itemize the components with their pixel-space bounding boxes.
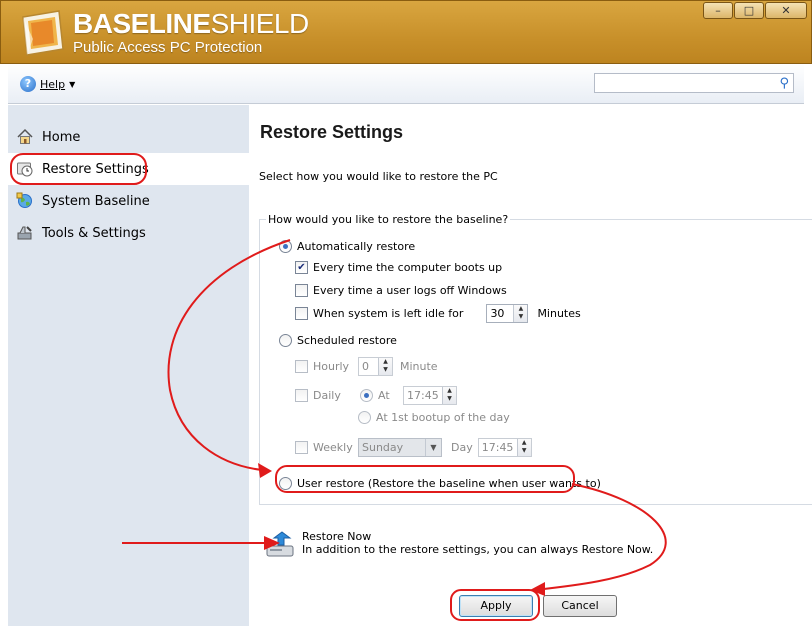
toolbar: ? Help ▼ ⚲	[8, 64, 804, 104]
weekly-label: Weekly	[313, 441, 353, 454]
brand-name: BASELINESHIELD	[73, 9, 309, 39]
help-label: Help	[40, 77, 66, 91]
checkbox-checked[interactable]: ✔	[295, 261, 308, 274]
daily-at-radio[interactable]	[360, 389, 373, 402]
auto-restore-label: Automatically restore	[297, 240, 416, 253]
sidebar-item-system-baseline[interactable]: System Baseline	[8, 185, 249, 217]
brand: BASELINESHIELD Public Access PC Protecti…	[73, 9, 309, 57]
every-logoff-label: Every time a user logs off Windows	[313, 284, 507, 297]
auto-restore-radio[interactable]: Automatically restore	[279, 240, 415, 253]
weekly-time-stepper[interactable]: 17:45 ▲ ▼	[477, 438, 532, 457]
group-legend: How would you like to restore the baseli…	[266, 213, 511, 226]
scheduled-restore-radio[interactable]: Scheduled restore	[279, 334, 397, 347]
weekly-day-dropdown[interactable]: Sunday ▼	[358, 438, 442, 457]
weekly-time-value: 17:45	[481, 441, 514, 454]
daily-checkbox[interactable]: Daily At 17:45 ▲ ▼	[295, 386, 457, 405]
sidebar-item-restore-settings[interactable]: Restore Settings	[8, 153, 249, 185]
restore-options-group: How would you like to restore the baseli…	[259, 213, 812, 505]
checkbox-unchecked[interactable]	[295, 284, 308, 297]
scheduled-restore-label: Scheduled restore	[297, 334, 397, 347]
idle-unit: Minutes	[537, 307, 581, 320]
shield-logo-icon	[22, 10, 64, 56]
hourly-minute-value: 0	[362, 360, 369, 373]
restore-now-description: In addition to the restore settings, you…	[302, 543, 654, 556]
radio-indicator[interactable]	[279, 240, 292, 253]
daily-label: Daily	[313, 389, 341, 402]
page-title: Restore Settings	[260, 122, 404, 142]
search-icon[interactable]: ⚲	[779, 76, 789, 91]
user-restore-label: User restore (Restore the baseline when …	[297, 477, 601, 490]
sidebar-item-label: Home	[42, 129, 81, 145]
restore-now-title[interactable]: Restore Now	[302, 530, 653, 543]
hourly-minute-stepper[interactable]: 0 ▲ ▼	[358, 357, 393, 376]
minimize-button[interactable]: –	[703, 2, 733, 19]
restore-clock-icon	[17, 162, 33, 177]
close-button[interactable]: ✕	[765, 2, 807, 19]
daily-time-value: 17:45	[407, 389, 439, 402]
help-menu[interactable]: ? Help ▼	[20, 76, 75, 92]
weekly-day-label: Day	[451, 441, 473, 454]
daily-time-stepper[interactable]: 17:45 ▲ ▼	[403, 386, 457, 405]
tools-icon	[17, 226, 32, 240]
checkbox-unchecked[interactable]	[295, 389, 308, 402]
user-restore-radio[interactable]: User restore (Restore the baseline when …	[279, 477, 601, 490]
restore-now-link[interactable]: Restore Now In addition to the restore s…	[264, 528, 653, 560]
daily-first-bootup-radio[interactable]: At 1st bootup of the day	[358, 411, 510, 424]
home-icon	[17, 128, 33, 144]
sidebar-item-tools-settings[interactable]: Tools & Settings	[8, 217, 249, 249]
window-controls: – □ ✕	[703, 2, 807, 19]
apply-button[interactable]: Apply	[459, 595, 533, 617]
hourly-label: Hourly	[313, 360, 350, 373]
checkbox-unchecked[interactable]	[295, 441, 308, 454]
stepper-arrows-icon[interactable]: ▲ ▼	[378, 358, 392, 375]
hourly-unit: Minute	[400, 360, 438, 373]
sidebar: Home Restore Settings System Baseline To…	[8, 105, 249, 626]
brand-main: BASELINE	[73, 8, 211, 39]
globe-icon	[16, 192, 32, 208]
stepper-arrows-icon[interactable]: ▲ ▼	[513, 305, 528, 322]
sidebar-item-label: System Baseline	[42, 193, 150, 209]
chevron-down-icon[interactable]: ▼	[425, 439, 441, 456]
page-subtitle: Select how you would like to restore the…	[259, 170, 498, 183]
stepper-arrows-icon[interactable]: ▲ ▼	[516, 439, 531, 456]
sidebar-item-home[interactable]: Home	[8, 121, 249, 153]
daily-at-label: At	[378, 389, 390, 402]
idle-label: When system is left idle for	[313, 307, 464, 320]
hourly-checkbox[interactable]: Hourly 0 ▲ ▼ Minute	[295, 357, 438, 376]
chevron-down-icon: ▼	[69, 79, 76, 89]
brand-tagline: Public Access PC Protection	[73, 39, 263, 56]
sidebar-item-label: Restore Settings	[42, 161, 149, 177]
help-icon: ?	[20, 76, 36, 92]
idle-checkbox[interactable]: When system is left idle for 30 ▲ ▼ Minut…	[295, 304, 581, 323]
title-bar: BASELINESHIELD Public Access PC Protecti…	[0, 0, 812, 64]
checkbox-unchecked[interactable]	[295, 307, 308, 320]
weekly-checkbox[interactable]: Weekly Sunday ▼ Day 17:45 ▲ ▼	[295, 438, 532, 457]
maximize-button[interactable]: □	[734, 2, 764, 19]
idle-minutes-stepper[interactable]: 30 ▲ ▼	[486, 304, 529, 323]
sidebar-item-label: Tools & Settings	[42, 225, 146, 241]
stepper-arrows-icon[interactable]: ▲ ▼	[442, 387, 456, 404]
radio-indicator[interactable]	[358, 411, 371, 424]
weekly-day-value: Sunday	[362, 441, 404, 454]
cancel-button[interactable]: Cancel	[543, 595, 617, 617]
restore-now-icon	[266, 531, 294, 557]
first-bootup-label: At 1st bootup of the day	[376, 411, 510, 424]
restore-now-text: Restore Now In addition to the restore s…	[302, 530, 653, 560]
radio-indicator[interactable]	[279, 334, 292, 347]
every-boot-checkbox[interactable]: ✔ Every time the computer boots up	[295, 261, 502, 274]
search-input[interactable]: ⚲	[594, 73, 794, 93]
main-panel: Restore Settings Select how you would li…	[249, 105, 812, 626]
brand-thin: SHIELD	[210, 8, 310, 39]
every-boot-label: Every time the computer boots up	[313, 261, 503, 274]
checkbox-unchecked[interactable]	[295, 360, 308, 373]
every-logoff-checkbox[interactable]: Every time a user logs off Windows	[295, 284, 507, 297]
radio-indicator[interactable]	[279, 477, 292, 490]
idle-minutes-value: 30	[490, 307, 505, 320]
